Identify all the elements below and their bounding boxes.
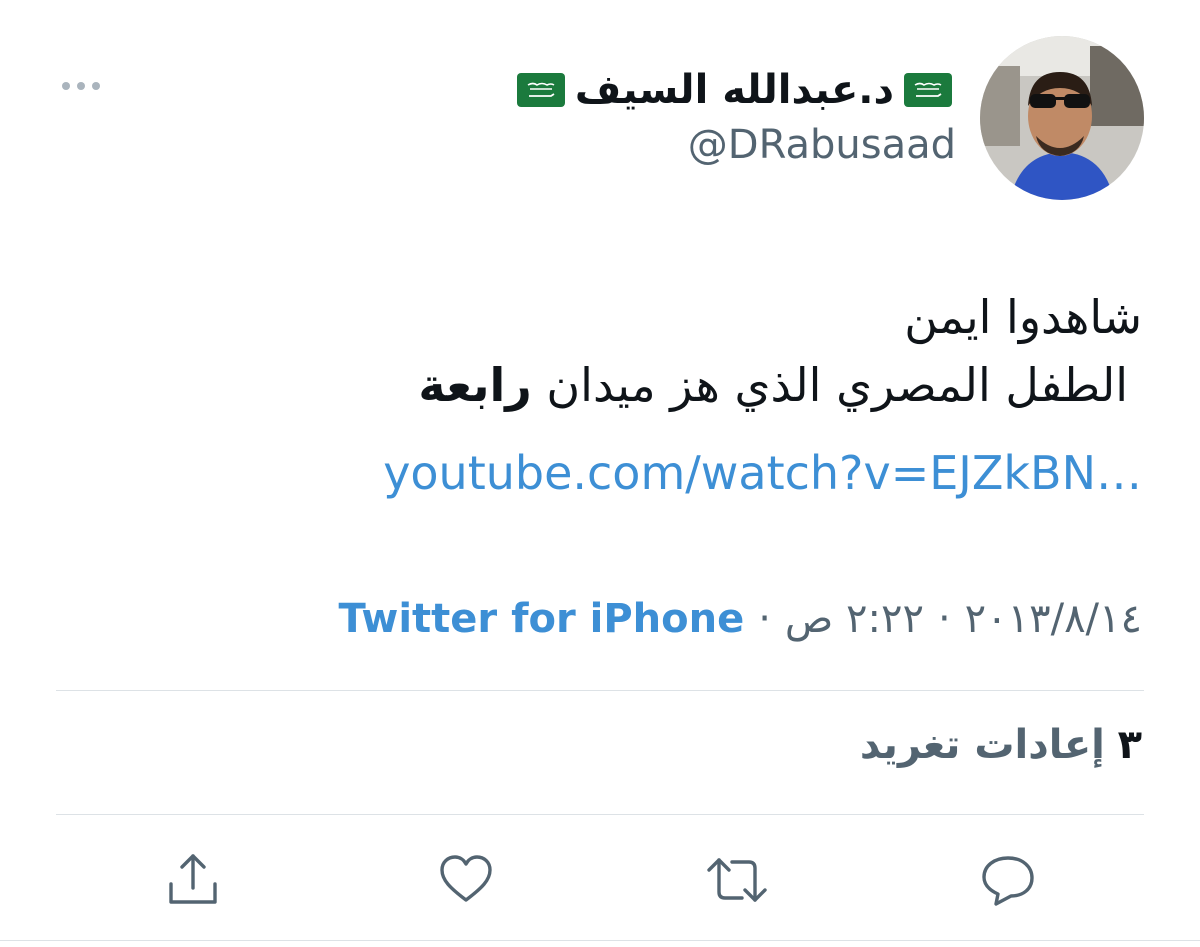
divider [56, 690, 1144, 691]
share-icon [169, 854, 217, 904]
tweet-text: شاهدوا ايمن الطفل المصري الذي هز ميدان ر… [142, 283, 1142, 419]
tweet-text-regular: الطفل المصري الذي هز ميدان [531, 358, 1128, 412]
divider [56, 814, 1144, 815]
tweet-metadata: ٢٠١٣/٨/١٤ · ٢:٢٢ ص · Twitter for iPhone [339, 596, 1143, 642]
retweet-count: ٣ [1117, 722, 1142, 768]
author-avatar[interactable] [980, 36, 1144, 200]
more-options-button[interactable] [62, 74, 104, 98]
tweet-link[interactable]: youtube.com/watch?v=EJZkBN… [383, 446, 1142, 500]
more-dot [62, 82, 70, 90]
tweet-time[interactable]: ٢:٢٢ ص [785, 596, 924, 642]
more-dot [77, 82, 85, 90]
retweet-label: إعادات تغريد [859, 722, 1105, 768]
author-name-row[interactable]: د.عبدالله السيف [516, 66, 952, 114]
separator-dot: · [758, 596, 771, 642]
avatar-image [980, 36, 1144, 200]
tweet-text-line-1: شاهدوا ايمن [904, 290, 1142, 344]
saudi-flag-icon [904, 73, 952, 107]
tweet-date[interactable]: ٢٠١٣/٨/١٤ [965, 596, 1142, 642]
separator-dot: · [937, 596, 951, 642]
tweet-text-bold: رابعة [418, 358, 532, 412]
more-dot [92, 82, 100, 90]
reply-icon [982, 856, 1034, 906]
like-button[interactable] [435, 850, 497, 910]
retweet-icon [707, 858, 767, 902]
author-handle[interactable]: @DRabusaad [688, 122, 956, 168]
reply-button[interactable] [977, 850, 1039, 910]
share-button[interactable] [162, 850, 224, 910]
tweet-text-line-2: الطفل المصري الذي هز ميدان رابعة [142, 351, 1142, 419]
bottom-divider [0, 940, 1200, 941]
action-bar [0, 850, 1200, 910]
tweet-source[interactable]: Twitter for iPhone [339, 596, 745, 642]
retweet-stats[interactable]: ٣ إعادات تغريد [860, 722, 1142, 768]
saudi-flag-icon [516, 73, 565, 107]
author-display-name: د.عبدالله السيف [574, 67, 894, 113]
retweet-button[interactable] [706, 850, 768, 910]
heart-icon [440, 855, 492, 902]
